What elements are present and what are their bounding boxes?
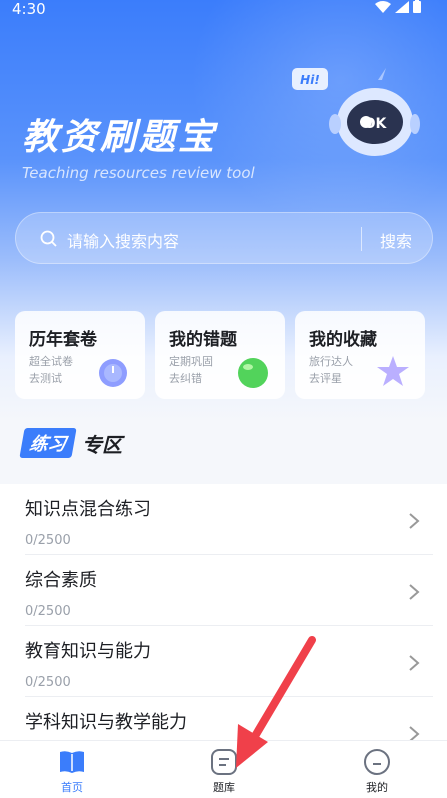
tab-profile[interactable]: 我的 — [337, 749, 417, 798]
card-past-papers[interactable]: 历年套卷 超全试卷 去测试 — [15, 311, 145, 399]
app-subtitle: Teaching resources review tool — [22, 164, 255, 182]
card-title: 历年套卷 — [29, 330, 97, 350]
list-item[interactable]: 教育知识与能力 0/2500 — [0, 626, 447, 697]
green-orb-icon — [238, 358, 268, 388]
chevron-right-icon — [409, 655, 420, 671]
tab-label: 我的 — [366, 781, 388, 794]
section-badge: 练习 — [19, 428, 77, 458]
list-item[interactable]: 综合素质 0/2500 — [0, 555, 447, 626]
profile-icon — [364, 749, 390, 775]
signal-icon — [395, 0, 409, 13]
card-title: 我的错题 — [169, 330, 237, 350]
card-desc: 旅行达人 — [309, 355, 353, 368]
app-title: 教资刷题宝 — [22, 117, 218, 158]
star-icon — [377, 356, 409, 386]
status-time: 4:30 — [12, 0, 46, 18]
item-title: 学科知识与教学能力 — [25, 712, 187, 733]
mascot-eyes-text: OK — [364, 116, 388, 132]
card-favorites[interactable]: 我的收藏 旅行达人 去评星 — [295, 311, 425, 399]
section-rest: 专区 — [82, 432, 122, 457]
tab-label: 首页 — [61, 781, 83, 794]
card-mistakes[interactable]: 我的错题 定期巩固 去纠错 — [155, 311, 285, 399]
status-icons — [375, 0, 421, 13]
item-progress: 0/2500 — [25, 533, 71, 548]
book-icon — [60, 751, 84, 773]
search-icon — [40, 230, 57, 247]
list-item[interactable]: 知识点混合练习 0/2500 — [0, 484, 447, 555]
item-title: 知识点混合练习 — [25, 499, 151, 520]
card-action: 去评星 — [309, 372, 342, 385]
status-bar: 4:30 — [0, 0, 447, 22]
battery-icon — [413, 0, 421, 13]
tab-home[interactable]: 首页 — [32, 749, 112, 798]
item-title: 综合素质 — [25, 570, 97, 591]
stopwatch-icon — [99, 359, 127, 387]
search-bar[interactable]: 请输入搜索内容 搜索 — [15, 212, 433, 264]
card-desc: 超全试卷 — [29, 355, 73, 368]
mascot-bubble-text: Hi! — [300, 73, 320, 87]
search-button[interactable]: 搜索 — [380, 228, 412, 252]
bottom-tab-bar: 首页 题库 我的 — [0, 740, 447, 798]
quick-cards: 历年套卷 超全试卷 去测试 我的错题 定期巩固 去纠错 我的收藏 旅行达人 去评… — [15, 311, 433, 399]
question-bank-icon — [211, 749, 237, 775]
chevron-right-icon — [409, 513, 420, 529]
chevron-right-icon — [409, 584, 420, 600]
search-divider — [361, 227, 362, 251]
mascot-robot-icon: Hi! OK — [292, 68, 420, 156]
section-title: 练习 专区 — [19, 428, 122, 458]
tab-label: 题库 — [213, 781, 235, 794]
wifi-icon — [375, 0, 391, 13]
card-action: 去测试 — [29, 372, 62, 385]
tab-question-bank[interactable]: 题库 — [184, 749, 264, 798]
item-title: 教育知识与能力 — [25, 641, 151, 662]
practice-list: 知识点混合练习 0/2500 综合素质 0/2500 教育知识与能力 0/250… — [0, 484, 447, 740]
search-input[interactable]: 请输入搜索内容 — [67, 228, 179, 252]
card-desc: 定期巩固 — [169, 355, 213, 368]
item-progress: 0/2500 — [25, 604, 71, 619]
chevron-right-icon — [409, 726, 420, 740]
card-action: 去纠错 — [169, 372, 202, 385]
list-item[interactable]: 学科知识与教学能力 — [0, 697, 447, 740]
item-progress: 0/2500 — [25, 675, 71, 690]
card-title: 我的收藏 — [309, 330, 377, 350]
